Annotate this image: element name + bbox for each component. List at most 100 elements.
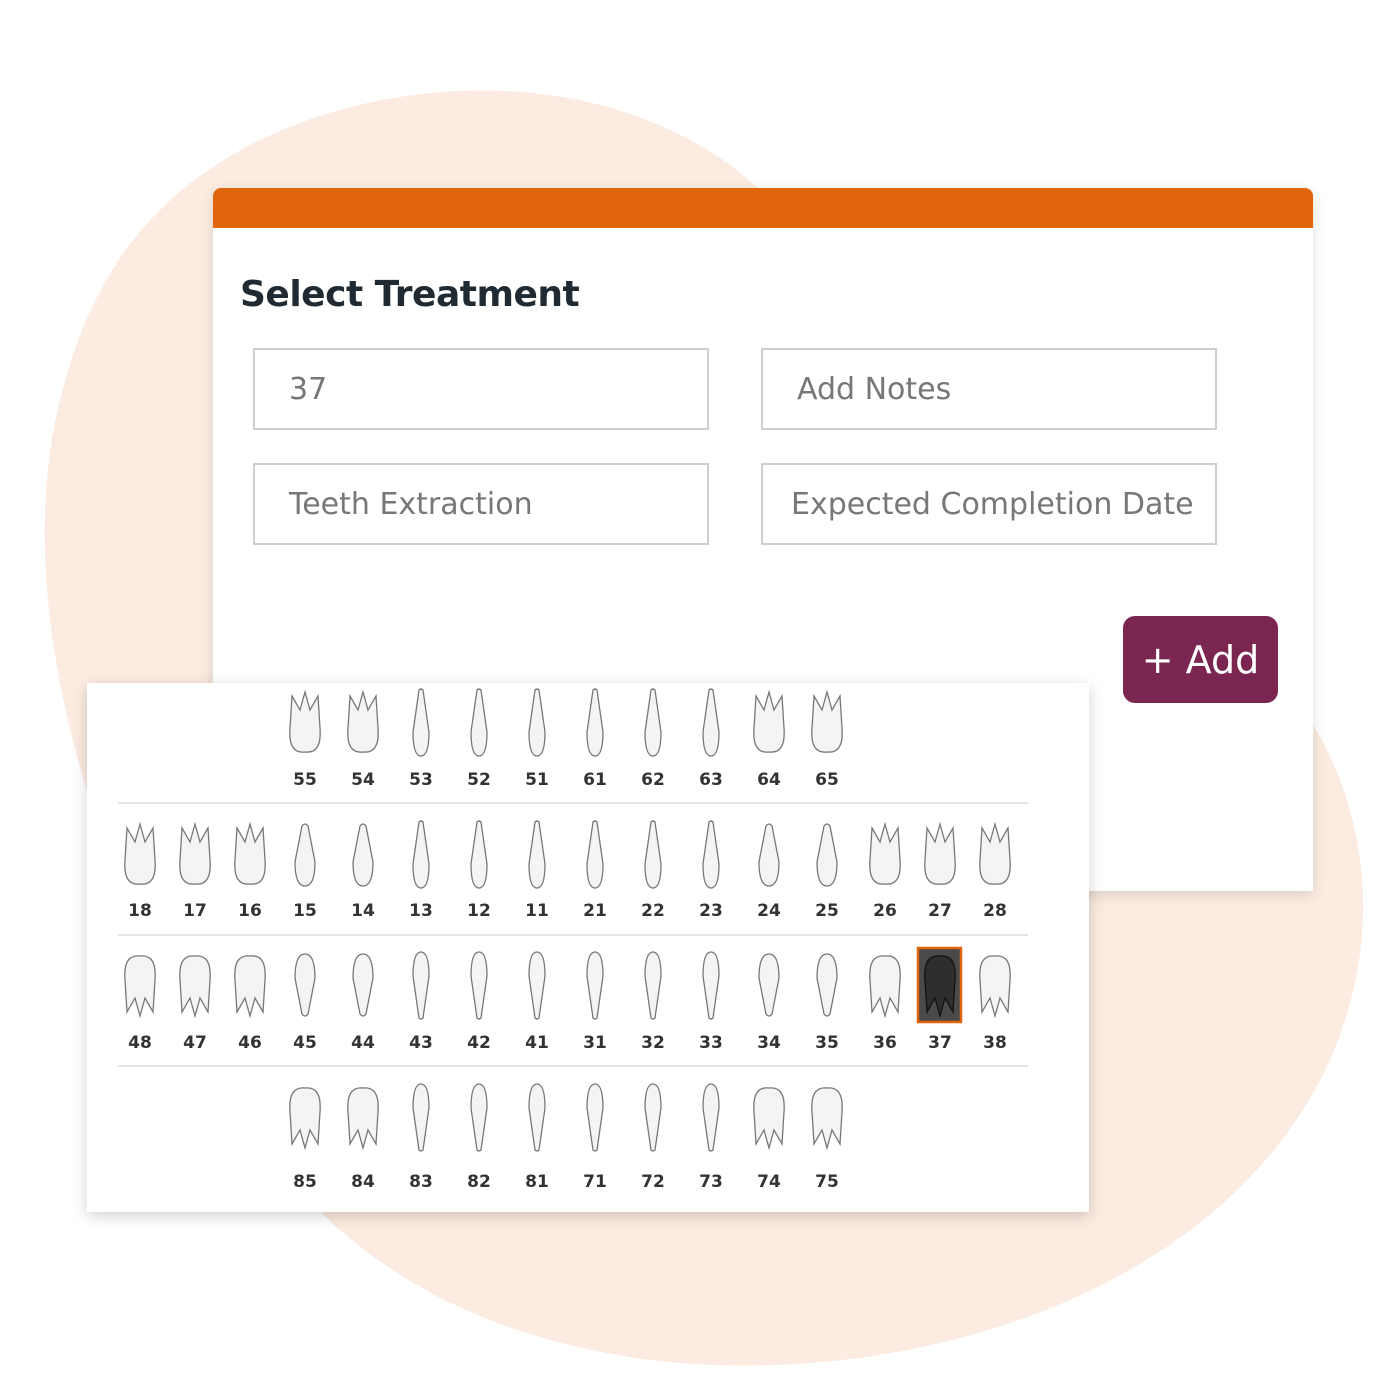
tooth-34[interactable]: 34	[757, 953, 781, 1053]
tooth-82[interactable]: 82	[467, 1083, 491, 1192]
tooth-31[interactable]: 31	[583, 951, 607, 1053]
page-title: Select Treatment	[240, 274, 580, 315]
tooth-number-label: 65	[815, 770, 839, 790]
tooth-71[interactable]: 71	[583, 1083, 607, 1192]
tooth-icon	[758, 953, 780, 1017]
tooth-number-label: 18	[128, 901, 152, 921]
tooth-12[interactable]: 12	[467, 820, 491, 921]
tooth-33[interactable]: 33	[699, 951, 723, 1053]
tooth-18[interactable]: 18	[124, 821, 156, 921]
tooth-icon	[811, 1087, 843, 1151]
tooth-number-label: 46	[238, 1033, 262, 1053]
tooth-icon	[644, 688, 662, 757]
completion-date-field[interactable]: Expected Completion Date	[761, 463, 1217, 545]
tooth-icon	[811, 689, 843, 753]
tooth-15[interactable]: 15	[293, 823, 317, 921]
tooth-icon	[412, 1083, 430, 1152]
tooth-number-label: 14	[351, 901, 375, 921]
tooth-73[interactable]: 73	[699, 1083, 723, 1192]
tooth-72[interactable]: 72	[641, 1083, 665, 1192]
tooth-number-label: 22	[641, 901, 665, 921]
tooth-icon	[470, 820, 488, 889]
tooth-22[interactable]: 22	[641, 820, 665, 921]
tooth-37[interactable]: 37	[916, 946, 963, 1053]
tooth-42[interactable]: 42	[467, 951, 491, 1053]
tooth-54[interactable]: 54	[347, 689, 379, 790]
tooth-55[interactable]: 55	[289, 689, 321, 790]
tooth-icon	[924, 955, 956, 1019]
tooth-number-label: 44	[351, 1033, 375, 1053]
tooth-26[interactable]: 26	[869, 821, 901, 921]
tooth-number-label: 81	[525, 1172, 549, 1192]
tooth-number-label: 72	[641, 1172, 665, 1192]
treatment-field[interactable]: Teeth Extraction	[253, 463, 709, 545]
tooth-number-label: 33	[699, 1033, 723, 1053]
tooth-41[interactable]: 41	[525, 951, 549, 1053]
tooth-27[interactable]: 27	[924, 821, 956, 921]
tooth-14[interactable]: 14	[351, 823, 375, 921]
tooth-51[interactable]: 51	[525, 688, 549, 790]
tooth-number-label: 37	[928, 1033, 952, 1053]
tooth-icon	[644, 1083, 662, 1152]
tooth-11[interactable]: 11	[525, 820, 549, 921]
tooth-74[interactable]: 74	[753, 1087, 785, 1192]
tooth-icon	[124, 955, 156, 1019]
tooth-24[interactable]: 24	[757, 823, 781, 921]
tooth-32[interactable]: 32	[641, 951, 665, 1053]
tooth-47[interactable]: 47	[179, 955, 211, 1053]
tooth-number-label: 24	[757, 901, 781, 921]
tooth-number-label: 45	[293, 1033, 317, 1053]
card-header-bar	[213, 188, 1313, 228]
tooth-number-label: 71	[583, 1172, 607, 1192]
tooth-46[interactable]: 46	[234, 955, 266, 1053]
tooth-13[interactable]: 13	[409, 820, 433, 921]
tooth-52[interactable]: 52	[467, 688, 491, 790]
tooth-icon	[979, 821, 1011, 885]
tooth-75[interactable]: 75	[811, 1087, 843, 1192]
tooth-35[interactable]: 35	[815, 953, 839, 1053]
tooth-number-label: 55	[293, 770, 317, 790]
tooth-number-label: 36	[873, 1033, 897, 1053]
tooth-icon	[702, 688, 720, 757]
tooth-number-label: 32	[641, 1033, 665, 1053]
tooth-61[interactable]: 61	[583, 688, 607, 790]
tooth-number-label: 53	[409, 770, 433, 790]
notes-field[interactable]: Add Notes	[761, 348, 1217, 430]
tooth-53[interactable]: 53	[409, 688, 433, 790]
tooth-icon	[816, 823, 838, 887]
tooth-23[interactable]: 23	[699, 820, 723, 921]
tooth-icon	[702, 820, 720, 889]
tooth-17[interactable]: 17	[179, 821, 211, 921]
tooth-number-label: 62	[641, 770, 665, 790]
tooth-84[interactable]: 84	[347, 1087, 379, 1192]
tooth-number-label: 54	[351, 770, 375, 790]
tooth-21[interactable]: 21	[583, 820, 607, 921]
tooth-85[interactable]: 85	[289, 1087, 321, 1192]
tooth-43[interactable]: 43	[409, 951, 433, 1053]
tooth-number-label: 83	[409, 1172, 433, 1192]
tooth-81[interactable]: 81	[525, 1083, 549, 1192]
tooth-64[interactable]: 64	[753, 689, 785, 790]
tooth-icon	[586, 951, 604, 1020]
tooth-number-label: 52	[467, 770, 491, 790]
tooth-icon	[702, 951, 720, 1020]
tooth-44[interactable]: 44	[351, 953, 375, 1053]
tooth-number-label: 21	[583, 901, 607, 921]
tooth-16[interactable]: 16	[234, 821, 266, 921]
tooth-36[interactable]: 36	[869, 955, 901, 1053]
tooth-number-field[interactable]: 37	[253, 348, 709, 430]
tooth-28[interactable]: 28	[979, 821, 1011, 921]
tooth-icon	[289, 1087, 321, 1151]
tooth-48[interactable]: 48	[124, 955, 156, 1053]
tooth-38[interactable]: 38	[979, 955, 1011, 1053]
tooth-83[interactable]: 83	[409, 1083, 433, 1192]
tooth-45[interactable]: 45	[293, 953, 317, 1053]
tooth-number-label: 73	[699, 1172, 723, 1192]
tooth-icon	[644, 951, 662, 1020]
tooth-63[interactable]: 63	[699, 688, 723, 790]
tooth-icon	[528, 951, 546, 1020]
tooth-25[interactable]: 25	[815, 823, 839, 921]
add-button[interactable]: + Add	[1123, 616, 1278, 703]
tooth-65[interactable]: 65	[811, 689, 843, 790]
tooth-62[interactable]: 62	[641, 688, 665, 790]
